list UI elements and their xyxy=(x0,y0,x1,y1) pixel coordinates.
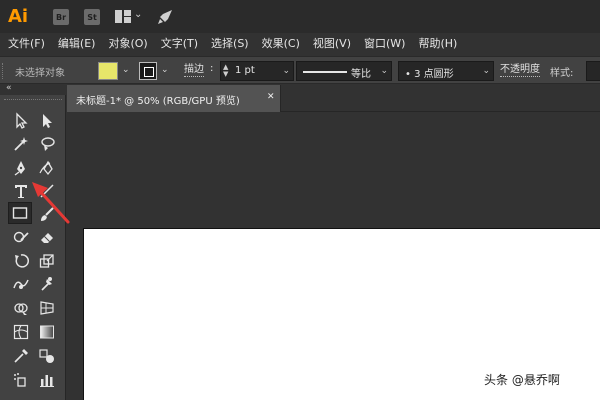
lasso-tool-icon[interactable] xyxy=(35,133,59,155)
mesh-tool-icon[interactable] xyxy=(9,321,33,343)
tools-panel-grip[interactable] xyxy=(4,99,62,102)
illustrator-logo: Ai xyxy=(8,6,29,27)
warp-tool-icon[interactable] xyxy=(9,273,33,295)
collapse-icon[interactable]: « xyxy=(6,83,12,93)
tools-panel-header: « xyxy=(0,83,66,95)
chevron-down-icon[interactable]: ⌄ xyxy=(134,9,142,20)
bridge-icon[interactable]: Br xyxy=(53,9,69,25)
column-graph-tool-icon[interactable] xyxy=(35,369,59,391)
stroke-label[interactable]: 描边 xyxy=(184,64,204,77)
no-selection-label: 未选择对象 xyxy=(15,68,65,79)
chevron-down-icon[interactable]: ⌄ xyxy=(482,66,490,76)
eyedropper-tool-icon[interactable] xyxy=(9,345,33,367)
menu-select[interactable]: 选择(S) xyxy=(211,35,249,51)
style-swatch[interactable] xyxy=(586,61,600,81)
rotate-tool-icon[interactable] xyxy=(9,250,33,272)
stroke-weight-field[interactable]: ▲ ▼ 1 pt ⌄ xyxy=(220,61,294,81)
fill-color-swatch[interactable] xyxy=(98,62,118,80)
brush-label: • 3 点圆形 xyxy=(405,69,454,80)
style-label: 样式: xyxy=(550,68,574,79)
stock-icon[interactable]: St xyxy=(84,9,100,25)
menu-help[interactable]: 帮助(H) xyxy=(418,35,457,51)
menu-file[interactable]: 文件(F) xyxy=(8,35,45,51)
stroke-colon: : xyxy=(210,63,214,74)
menu-edit[interactable]: 编辑(E) xyxy=(58,35,96,51)
profile-label: 等比 xyxy=(351,69,371,80)
eraser-tool-icon[interactable] xyxy=(35,226,59,248)
menu-type[interactable]: 文字(T) xyxy=(161,35,198,51)
pen-tool-icon[interactable] xyxy=(9,157,33,179)
document-tab[interactable]: 未标题-1* @ 50% (RGB/GPU 预览) ✕ xyxy=(67,85,281,112)
chevron-down-icon[interactable]: ⌄ xyxy=(282,66,290,76)
illustrator-window: Ai Br St ⌄ 文件(F) 编辑(E) 对象(O) 文字(T) 选择(S)… xyxy=(0,0,600,400)
gradient-tool-icon[interactable] xyxy=(35,321,59,343)
menu-window[interactable]: 窗口(W) xyxy=(364,35,405,51)
curvature-tool-icon[interactable] xyxy=(35,157,59,179)
scale-tool-icon[interactable] xyxy=(35,250,59,272)
arrange-documents-icon[interactable] xyxy=(115,10,131,23)
document-tab-bar: 未标题-1* @ 50% (RGB/GPU 预览) ✕ xyxy=(67,85,600,112)
variable-width-profile-dropdown[interactable]: 等比 ⌄ xyxy=(296,61,392,81)
close-icon[interactable]: ✕ xyxy=(267,92,275,102)
stroke-weight-value[interactable]: 1 pt xyxy=(235,65,255,76)
menu-object[interactable]: 对象(O) xyxy=(108,35,147,51)
title-bar: Ai Br St ⌄ xyxy=(0,0,600,33)
shaper-tool-icon[interactable] xyxy=(9,226,33,248)
gpu-performance-icon[interactable] xyxy=(156,8,174,26)
document-tab-title[interactable]: 未标题-1* @ 50% (RGB/GPU 预览) xyxy=(76,92,240,107)
fill-chevron-icon[interactable]: ⌄ xyxy=(122,65,130,75)
control-bar-grip[interactable] xyxy=(2,63,5,79)
stepper-arrows-icon[interactable]: ▲ ▼ xyxy=(223,64,228,78)
tools-panel: « xyxy=(0,83,66,400)
symbol-sprayer-tool-icon[interactable] xyxy=(9,369,33,391)
chevron-down-icon[interactable]: ⌄ xyxy=(380,66,388,76)
menu-bar: 文件(F) 编辑(E) 对象(O) 文字(T) 选择(S) 效果(C) 视图(V… xyxy=(0,33,600,53)
control-bar: 未选择对象 ⌄ ⌄ 描边 : ▲ ▼ 1 pt ⌄ 等比 ⌄ • 3 点圆形 ⌄ … xyxy=(0,56,600,84)
direct-selection-tool-icon[interactable] xyxy=(35,110,59,132)
canvas-area[interactable] xyxy=(67,112,600,400)
menu-effect[interactable]: 效果(C) xyxy=(262,35,300,51)
annotation-arrow-icon xyxy=(32,182,70,224)
profile-line-preview xyxy=(303,71,347,73)
stroke-color-swatch[interactable] xyxy=(139,62,157,80)
selection-tool-icon[interactable] xyxy=(9,110,33,132)
menu-view[interactable]: 视图(V) xyxy=(313,35,351,51)
opacity-label[interactable]: 不透明度 xyxy=(500,64,540,77)
stroke-chevron-icon[interactable]: ⌄ xyxy=(161,65,169,75)
blend-tool-icon[interactable] xyxy=(35,345,59,367)
watermark-text: 头条 @悬乔啊 xyxy=(484,373,560,387)
magic-wand-tool-icon[interactable] xyxy=(9,133,33,155)
puppet-warp-tool-icon[interactable] xyxy=(35,273,59,295)
perspective-grid-tool-icon[interactable] xyxy=(35,297,59,319)
shape-builder-tool-icon[interactable] xyxy=(9,297,33,319)
brush-definition-dropdown[interactable]: • 3 点圆形 ⌄ xyxy=(398,61,494,81)
